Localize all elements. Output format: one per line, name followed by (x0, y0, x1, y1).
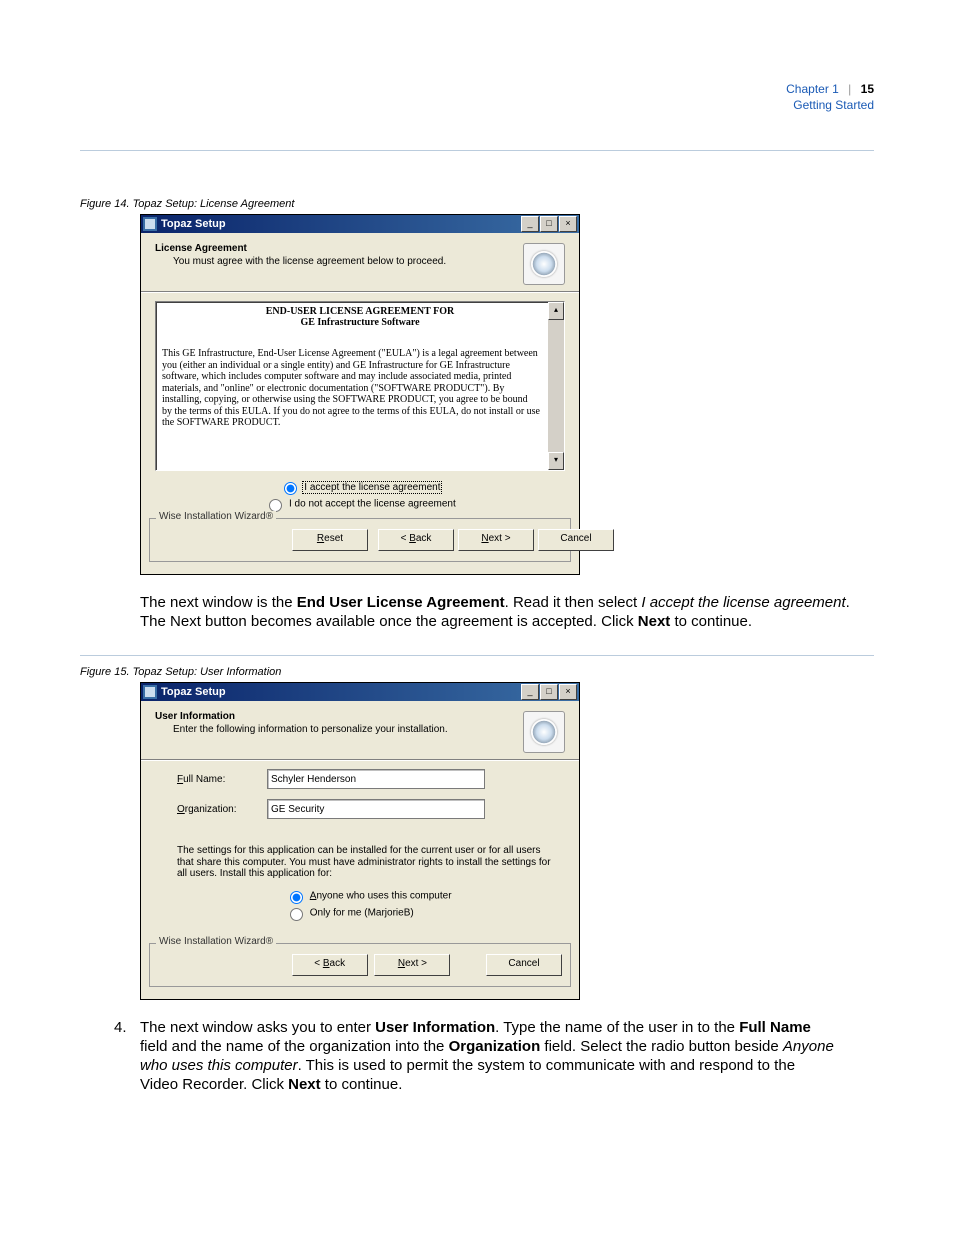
onlyme-radio-label: Only for me (MarjorieB) (310, 907, 414, 918)
divider-top (80, 150, 874, 151)
eula-textbox[interactable]: ▴ ▾ END-USER LICENSE AGREEMENT FOR GE In… (155, 301, 565, 471)
accept-radio-row[interactable]: I accept the license agreement (155, 479, 565, 495)
fieldset-legend: Wise Installation Wizard® (156, 936, 276, 947)
paragraph-1: The next window is the End User License … (140, 593, 860, 631)
fullname-label: Full Name: (177, 774, 267, 785)
organization-input[interactable] (267, 799, 485, 819)
cancel-button[interactable]: Cancel (538, 529, 614, 551)
scroll-down-button[interactable]: ▾ (548, 452, 564, 470)
decline-radio-row[interactable]: I do not accept the license agreement (155, 496, 565, 512)
app-icon (143, 217, 157, 231)
disc-icon (523, 243, 565, 285)
anyone-radio[interactable] (290, 891, 303, 904)
section-label: Getting Started (786, 98, 874, 114)
step-4: 4. The next window asks you to enter Use… (114, 1018, 834, 1095)
button-fieldset: Wise Installation Wizard® Reset < Back N… (149, 518, 571, 562)
titlebar: Topaz Setup _ □ × (141, 215, 579, 233)
divider-mid (80, 655, 874, 656)
cancel-button[interactable]: Cancel (486, 954, 562, 976)
next-button[interactable]: Next > (374, 954, 450, 976)
maximize-button[interactable]: □ (540, 684, 558, 700)
figure15-caption: Figure 15. Topaz Setup: User Information (80, 666, 874, 678)
anyone-radio-label: Anyone who uses this computer (310, 890, 452, 901)
accept-radio-label: I accept the license agreement (303, 482, 441, 493)
page-number: 15 (861, 82, 874, 96)
anyone-radio-row[interactable]: Anyone who uses this computer (285, 888, 565, 904)
eula-body: This GE Infrastructure, End-User License… (162, 348, 558, 429)
next-button[interactable]: Next > (458, 529, 534, 551)
header-divider: | (848, 82, 851, 96)
app-icon (143, 685, 157, 699)
page-header: Chapter 1 | 15 Getting Started (786, 82, 874, 113)
figure14-caption: Figure 14. Topaz Setup: License Agreemen… (80, 198, 874, 210)
button-fieldset: Wise Installation Wizard® < Back Next > … (149, 943, 571, 987)
minimize-button[interactable]: _ (521, 684, 539, 700)
dialog-heading: User Information (155, 711, 565, 722)
eula-subtitle: GE Infrastructure Software (162, 317, 558, 328)
scrollbar[interactable]: ▴ ▾ (548, 302, 564, 470)
window-title: Topaz Setup (161, 218, 521, 230)
fullname-input[interactable] (267, 769, 485, 789)
onlyme-radio-row[interactable]: Only for me (MarjorieB) (285, 905, 565, 921)
separator (141, 759, 579, 761)
userinfo-dialog: Topaz Setup _ □ × User Information Enter… (140, 682, 580, 1000)
decline-radio-label: I do not accept the license agreement (289, 499, 456, 510)
fieldset-legend: Wise Installation Wizard® (156, 511, 276, 522)
window-title: Topaz Setup (161, 686, 521, 698)
titlebar: Topaz Setup _ □ × (141, 683, 579, 701)
dialog-subtext: Enter the following information to perso… (155, 722, 565, 741)
license-dialog: Topaz Setup _ □ × License Agreement You … (140, 214, 580, 575)
install-scope-text: The settings for this application can be… (177, 845, 557, 880)
disc-icon (523, 711, 565, 753)
onlyme-radio[interactable] (290, 908, 303, 921)
separator (141, 291, 579, 293)
organization-label: Organization: (177, 804, 267, 815)
accept-radio[interactable] (284, 482, 297, 495)
back-button[interactable]: < Back (378, 529, 454, 551)
eula-title: END-USER LICENSE AGREEMENT FOR (162, 306, 558, 317)
reset-button[interactable]: Reset (292, 529, 368, 551)
step-number: 4. (114, 1018, 140, 1095)
scroll-up-button[interactable]: ▴ (548, 302, 564, 320)
close-button[interactable]: × (559, 684, 577, 700)
close-button[interactable]: × (559, 216, 577, 232)
minimize-button[interactable]: _ (521, 216, 539, 232)
dialog-heading: License Agreement (155, 243, 565, 254)
maximize-button[interactable]: □ (540, 216, 558, 232)
back-button[interactable]: < Back (292, 954, 368, 976)
dialog-subtext: You must agree with the license agreemen… (155, 254, 565, 273)
chapter-label: Chapter 1 (786, 82, 839, 96)
